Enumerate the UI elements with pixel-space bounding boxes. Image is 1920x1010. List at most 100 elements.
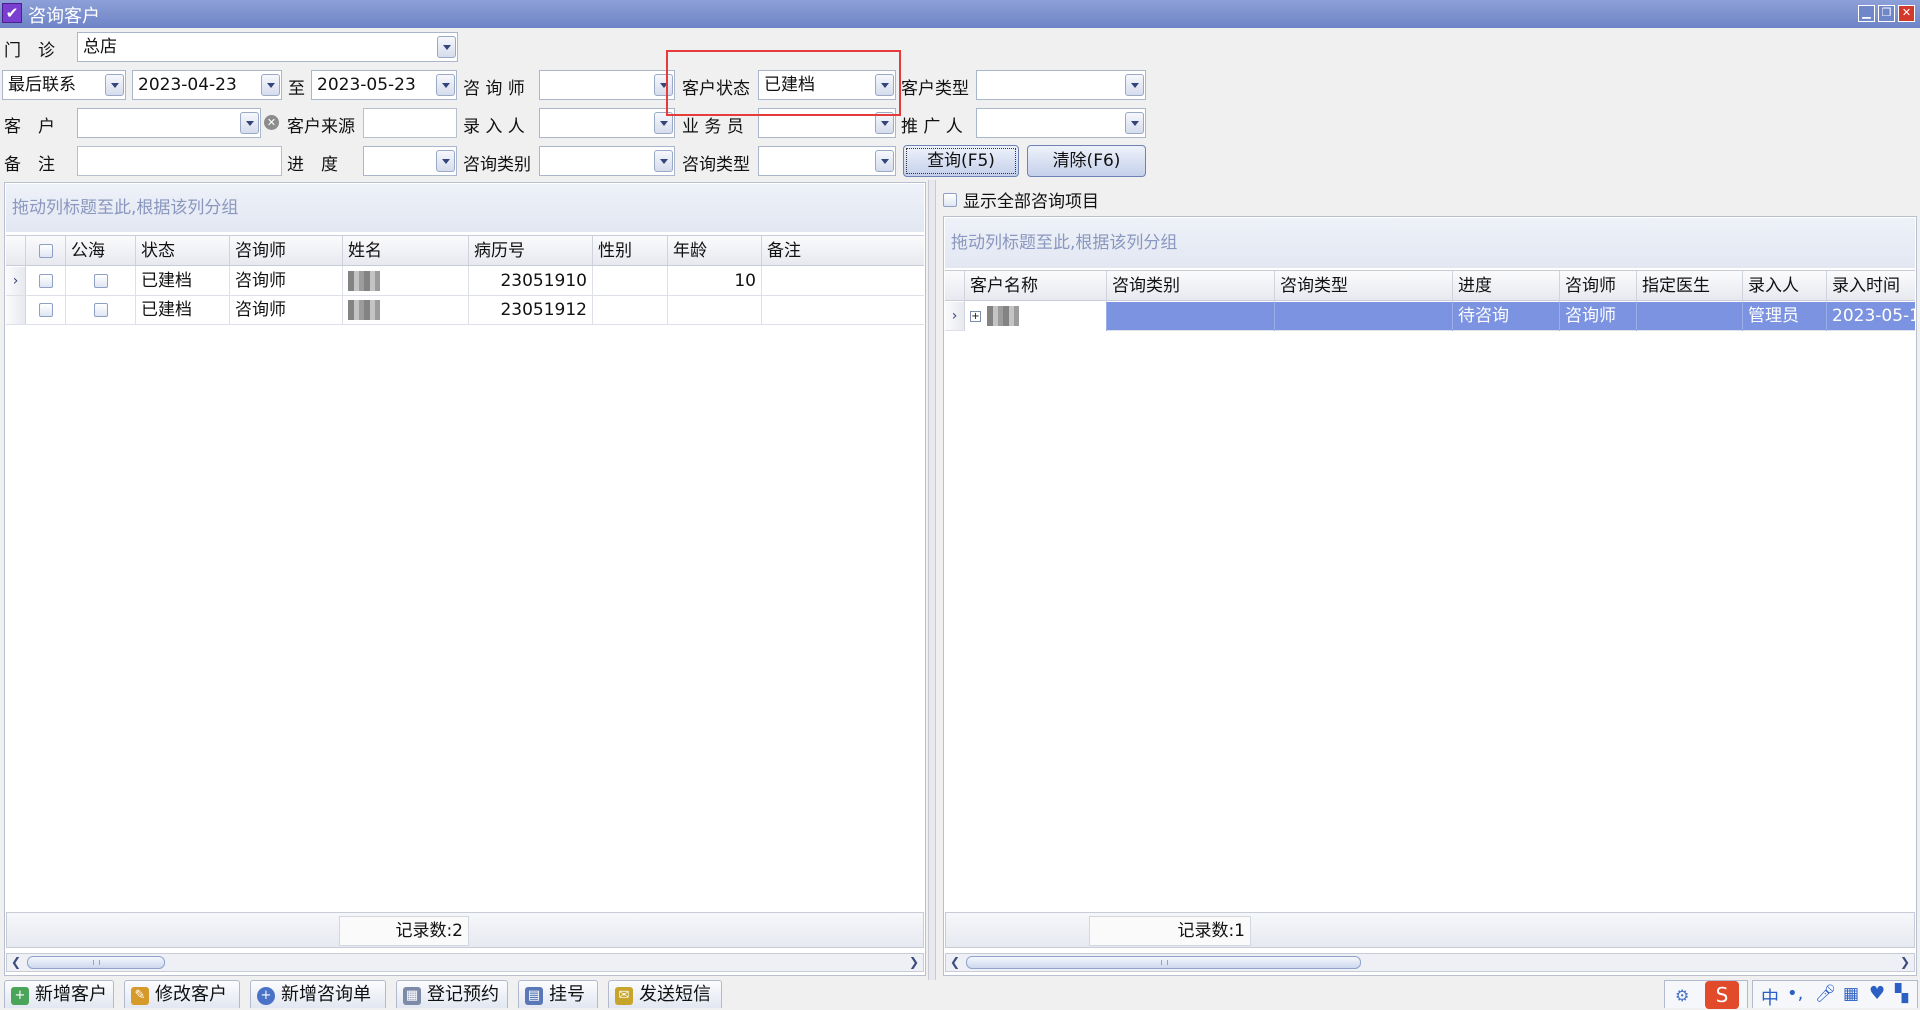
right-group-area[interactable]: 拖动列标题至此,根据该列分组 [945, 218, 1915, 268]
col-entered-time[interactable]: 录入时间 [1827, 271, 1915, 302]
register-appointment-label: 登记预约 [427, 984, 499, 1005]
row-checkbox[interactable] [26, 296, 66, 325]
customer-select[interactable] [77, 108, 261, 138]
col-remark[interactable]: 备注 [762, 236, 924, 267]
chevron-down-icon[interactable] [105, 74, 124, 96]
public-checkbox[interactable] [66, 267, 136, 296]
col-doctor[interactable]: 指定医生 [1637, 271, 1743, 302]
gender-cell [593, 296, 668, 325]
customer-type-label: 客户类型 [901, 79, 969, 99]
chevron-down-icon[interactable] [261, 74, 280, 96]
sogou-ime-icon[interactable]: S [1705, 981, 1739, 1009]
col-consult-type[interactable]: 咨询类型 [1275, 271, 1453, 302]
send-sms-button[interactable]: ✉ 发送短信 [608, 980, 722, 1008]
table-row[interactable]: › + 待咨询 咨询师 管理员 2023-05-19 [945, 302, 1915, 331]
doctor-cell [1637, 302, 1743, 331]
entered-by-select[interactable] [539, 108, 675, 138]
consultant-select[interactable] [539, 70, 675, 100]
add-person-icon: + [11, 987, 29, 1005]
col-consult-category[interactable]: 咨询类别 [1107, 271, 1275, 302]
col-consultant[interactable]: 咨询师 [1560, 271, 1637, 302]
chevron-down-icon[interactable] [654, 112, 673, 134]
col-record-no[interactable]: 病历号 [469, 236, 593, 267]
table-row[interactable]: › 已建档 咨询师 23051910 10 [6, 267, 924, 296]
show-all-label[interactable]: 显示全部咨询项目 [963, 187, 1099, 212]
customer-source-input[interactable] [363, 108, 457, 138]
select-all-checkbox[interactable] [26, 236, 66, 267]
customer-label: 客 户 [4, 117, 55, 137]
chevron-down-icon[interactable] [1125, 74, 1144, 96]
chevron-down-icon[interactable] [875, 74, 894, 96]
add-circle-icon: + [257, 987, 275, 1005]
chevron-down-icon[interactable] [240, 112, 259, 134]
promoter-select[interactable] [976, 108, 1146, 138]
register-button[interactable]: ▤ 挂号 [518, 980, 598, 1008]
col-age[interactable]: 年龄 [668, 236, 762, 267]
new-consult-button[interactable]: + 新增咨询单 [250, 980, 386, 1008]
col-customer-name[interactable]: 客户名称 [965, 271, 1107, 302]
customer-status-value: 已建档 [764, 75, 815, 95]
date-to-picker[interactable]: 2023-05-23 [311, 70, 457, 100]
scroll-thumb[interactable] [966, 956, 1361, 969]
id-card-icon: ▤ [525, 987, 543, 1005]
minimize-button[interactable]: ▁ [1858, 5, 1875, 22]
date-from-picker[interactable]: 2023-04-23 [132, 70, 282, 100]
right-horizontal-scrollbar[interactable]: ❮ ❯ [945, 953, 1915, 972]
punctuation-icon[interactable]: •, [1787, 983, 1803, 1004]
left-horizontal-scrollbar[interactable]: ❮ ❯ [6, 953, 924, 972]
col-gender[interactable]: 性别 [593, 236, 668, 267]
name-cell-redacted [343, 267, 469, 296]
scroll-left-icon[interactable]: ❮ [8, 955, 24, 970]
scroll-thumb[interactable] [27, 956, 165, 969]
col-entered-by[interactable]: 录入人 [1743, 271, 1827, 302]
clear-button[interactable]: 清除(F6) [1027, 145, 1146, 177]
chevron-down-icon[interactable] [436, 150, 455, 172]
network-icon[interactable]: ⚙ [1675, 986, 1689, 1005]
microphone-icon[interactable]: 🎤︎ [1815, 984, 1837, 1004]
query-button[interactable]: 查询(F5) [903, 145, 1019, 177]
close-button[interactable]: ✕ [1898, 5, 1915, 22]
table-row[interactable]: 已建档 咨询师 23051912 [6, 296, 924, 325]
toolbox-icon[interactable]: ▚ [1895, 984, 1908, 1004]
register-appointment-button[interactable]: ▦ 登记预约 [396, 980, 508, 1008]
tray-app-icons[interactable]: ⚙ S [1664, 980, 1748, 1009]
col-progress[interactable]: 进度 [1453, 271, 1560, 302]
chevron-down-icon[interactable] [875, 150, 894, 172]
col-public[interactable]: 公海 [66, 236, 136, 267]
show-all-checkbox[interactable] [943, 190, 959, 207]
scroll-right-icon[interactable]: ❯ [1897, 955, 1913, 970]
chevron-down-icon[interactable] [436, 74, 455, 96]
chevron-down-icon[interactable] [1125, 112, 1144, 134]
chevron-down-icon[interactable] [437, 36, 456, 58]
row-checkbox[interactable] [26, 267, 66, 296]
chevron-down-icon[interactable] [875, 112, 894, 134]
progress-select[interactable] [363, 146, 457, 176]
edit-customer-button[interactable]: ✎ 修改客户 [124, 980, 240, 1008]
col-status[interactable]: 状态 [136, 236, 230, 267]
ime-toolbar[interactable]: 中 •, 🎤︎ ▦ ♥ ▚ [1752, 980, 1918, 1010]
public-checkbox[interactable] [66, 296, 136, 325]
expand-icon[interactable]: + [970, 310, 981, 322]
left-group-area[interactable]: 拖动列标题至此,根据该列分组 [6, 184, 924, 232]
skin-icon[interactable]: ♥ [1869, 983, 1885, 1004]
panel-splitter[interactable] [928, 180, 936, 980]
consult-category-select[interactable] [539, 146, 675, 176]
col-name[interactable]: 姓名 [343, 236, 469, 267]
clinic-select[interactable]: 总店 [77, 32, 458, 62]
col-consultant[interactable]: 咨询师 [230, 236, 343, 267]
chevron-down-icon[interactable] [654, 150, 673, 172]
date-type-select[interactable]: 最后联系 [2, 70, 126, 100]
clear-icon[interactable]: ✕ [264, 115, 279, 130]
customer-status-select[interactable]: 已建档 [758, 70, 896, 100]
keyboard-icon[interactable]: ▦ [1843, 984, 1859, 1004]
consult-type-select[interactable] [758, 146, 896, 176]
restore-button[interactable]: ❐ [1878, 5, 1895, 22]
remark-input[interactable] [77, 146, 282, 176]
salesman-select[interactable] [758, 108, 896, 138]
chevron-down-icon[interactable] [654, 74, 673, 96]
customer-type-select[interactable] [976, 70, 1146, 100]
scroll-left-icon[interactable]: ❮ [947, 955, 963, 970]
ime-mode[interactable]: 中 [1761, 984, 1779, 1010]
new-customer-button[interactable]: + 新增客户 [4, 980, 114, 1008]
scroll-right-icon[interactable]: ❯ [906, 955, 922, 970]
